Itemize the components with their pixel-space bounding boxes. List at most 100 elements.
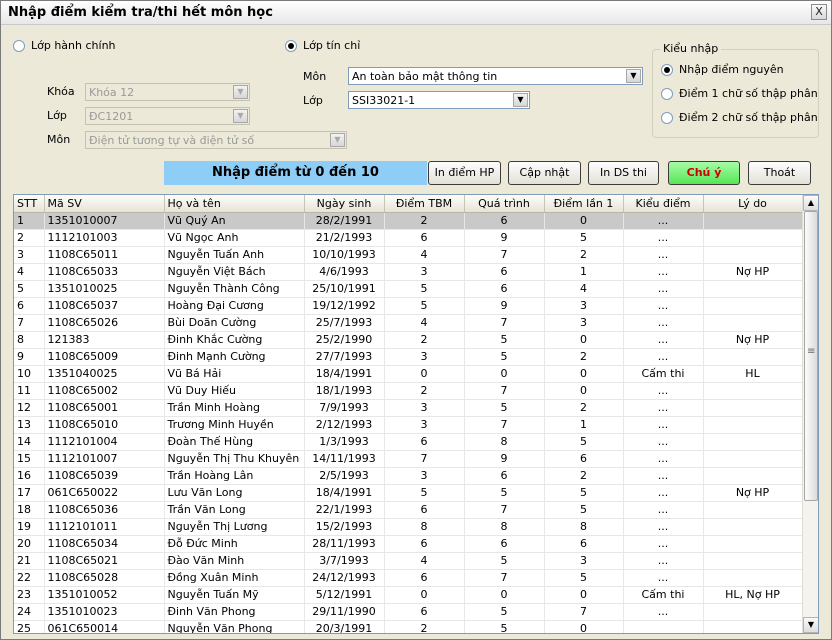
cell-ho-ten[interactable]: Bùi Doãn Cường [164, 314, 305, 332]
table-row[interactable]: 18 1108C65036 Trần Văn Long 22/1/1993 6 7 5... [14, 501, 803, 519]
table-row[interactable]: 12 1108C65001 Trần Minh Hoàng 7/9/1993 3 5 2..… [14, 399, 803, 417]
cell-diem-lan-1[interactable]: 5 [544, 433, 624, 451]
cell-ma-sv[interactable]: 061C650014 [44, 620, 165, 633]
cell-stt[interactable]: 15 [14, 450, 45, 468]
title-bar[interactable]: Nhập điểm kiểm tra/thi hết môn học X [1, 1, 831, 25]
vertical-scrollbar[interactable]: ▲ ▼ [802, 195, 818, 633]
cell-ho-ten[interactable]: Nguyễn Tuấn Mỹ [164, 586, 305, 604]
cell-ly-do[interactable] [703, 399, 803, 417]
cell-diem-lan-1[interactable]: 2 [544, 348, 624, 366]
cell-diem-tbm[interactable]: 5 [384, 297, 465, 315]
cell-qua-trinh[interactable]: 6 [464, 280, 545, 298]
cell-ma-sv[interactable]: 121383 [44, 331, 165, 349]
cell-ngay-sinh[interactable]: 25/2/1990 [304, 331, 385, 349]
score-grid[interactable]: STT Mã SV Họ và tên Ngày sinh Điểm TBM Q… [13, 194, 819, 634]
cell-ho-ten[interactable]: Vũ Duy Hiếu [164, 382, 305, 400]
cell-diem-tbm[interactable]: 3 [384, 399, 465, 417]
cell-ho-ten[interactable]: Đồng Xuân Minh [164, 569, 305, 587]
cell-kieu-diem[interactable]: Cấm thi [623, 365, 704, 383]
table-row[interactable]: 1 1351010007 Vũ Quý An 28/2/1991 2 6 0... [14, 212, 803, 230]
radio-lop-hanh-chinh[interactable]: Lớp hành chính [13, 39, 116, 52]
cell-diem-tbm[interactable]: 6 [384, 569, 465, 587]
cell-ly-do[interactable]: HL [703, 365, 803, 383]
note-button[interactable]: Chú ý [668, 161, 740, 185]
cell-diem-tbm[interactable]: 2 [384, 382, 465, 400]
cell-ngay-sinh[interactable]: 28/2/1991 [304, 212, 385, 230]
cell-ho-ten[interactable]: Đinh Mạnh Cường [164, 348, 305, 366]
cell-kieu-diem[interactable]: ... [623, 467, 704, 485]
cell-stt[interactable]: 14 [14, 433, 45, 451]
cell-qua-trinh[interactable]: 0 [464, 365, 545, 383]
cell-diem-lan-1[interactable]: 6 [544, 535, 624, 553]
table-row[interactable]: 4 1108C65033 Nguyễn Việt Bách 4/6/1993 3 6 1..… [14, 263, 803, 281]
cell-ho-ten[interactable]: Trương Minh Huyền [164, 416, 305, 434]
col-header-ly-do[interactable]: Lý do [703, 195, 803, 213]
table-row[interactable]: 24 1351010023 Đinh Văn Phong 29/11/1990 6 5 7.… [14, 603, 803, 621]
cell-ho-ten[interactable]: Đào Văn Minh [164, 552, 305, 570]
cell-diem-tbm[interactable]: 2 [384, 212, 465, 230]
cell-qua-trinh[interactable]: 7 [464, 246, 545, 264]
cell-ho-ten[interactable]: Nguyễn Văn Phong [164, 620, 305, 633]
credit-mon-select[interactable]: An toàn bảo mật thông tin ▼ [348, 67, 643, 85]
cell-diem-lan-1[interactable]: 4 [544, 280, 624, 298]
cell-diem-lan-1[interactable]: 0 [544, 212, 624, 230]
cell-diem-tbm[interactable]: 2 [384, 620, 465, 633]
cell-ly-do[interactable] [703, 314, 803, 332]
cell-ly-do[interactable]: HL, Nợ HP [703, 586, 803, 604]
cell-ho-ten[interactable]: Nguyễn Việt Bách [164, 263, 305, 281]
cell-ngay-sinh[interactable]: 1/3/1993 [304, 433, 385, 451]
cell-kieu-diem[interactable]: ... [623, 331, 704, 349]
cell-ma-sv[interactable]: 1108C65002 [44, 382, 165, 400]
cell-stt[interactable]: 20 [14, 535, 45, 553]
cell-qua-trinh[interactable]: 6 [464, 212, 545, 230]
cell-qua-trinh[interactable]: 7 [464, 382, 545, 400]
cell-ly-do[interactable] [703, 569, 803, 587]
col-header-ho-ten[interactable]: Họ và tên [164, 195, 305, 213]
cell-ho-ten[interactable]: Nguyễn Thị Lương [164, 518, 305, 536]
cell-diem-tbm[interactable]: 0 [384, 365, 465, 383]
cell-diem-lan-1[interactable]: 0 [544, 331, 624, 349]
cell-ly-do[interactable] [703, 416, 803, 434]
cell-kieu-diem[interactable]: ... [623, 297, 704, 315]
cell-stt[interactable]: 24 [14, 603, 45, 621]
scroll-up-arrow-icon[interactable]: ▲ [803, 195, 818, 211]
table-row[interactable]: 6 1108C65037 Hoàng Đại Cương 19/12/1992 5 9 3.… [14, 297, 803, 315]
cell-ngay-sinh[interactable]: 18/4/1991 [304, 484, 385, 502]
table-row[interactable]: 23 1351010052 Nguyễn Tuấn Mỹ 5/12/1991 0 0 0 Cấ… [14, 586, 803, 604]
cell-qua-trinh[interactable]: 7 [464, 501, 545, 519]
cell-ngay-sinh[interactable]: 28/11/1993 [304, 535, 385, 553]
cell-diem-lan-1[interactable]: 8 [544, 518, 624, 536]
cell-stt[interactable]: 2 [14, 229, 45, 247]
cell-ma-sv[interactable]: 061C650022 [44, 484, 165, 502]
lop-select[interactable]: ĐC1201 ▼ [85, 107, 250, 125]
cell-ma-sv[interactable]: 1108C65009 [44, 348, 165, 366]
table-row[interactable]: 2 1112101003 Vũ Ngọc Anh 21/2/1993 6 9 5... [14, 229, 803, 247]
cell-qua-trinh[interactable]: 8 [464, 433, 545, 451]
cell-stt[interactable]: 25 [14, 620, 45, 633]
exit-button[interactable]: Thoát [748, 161, 811, 185]
col-header-stt[interactable]: STT [14, 195, 45, 213]
cell-ly-do[interactable] [703, 467, 803, 485]
cell-kieu-diem[interactable]: ... [623, 416, 704, 434]
cell-stt[interactable]: 13 [14, 416, 45, 434]
cell-ngay-sinh[interactable]: 7/9/1993 [304, 399, 385, 417]
cell-diem-lan-1[interactable]: 0 [544, 620, 624, 633]
cell-ma-sv[interactable]: 1108C65026 [44, 314, 165, 332]
cell-qua-trinh[interactable]: 6 [464, 467, 545, 485]
cell-diem-lan-1[interactable]: 0 [544, 365, 624, 383]
cell-ma-sv[interactable]: 1108C65021 [44, 552, 165, 570]
table-row[interactable]: 14 1112101004 Đoàn Thế Hùng 1/3/1993 6 8 5... [14, 433, 803, 451]
cell-ly-do[interactable]: Nợ HP [703, 263, 803, 281]
radio-input-type-integer[interactable]: Nhập điểm nguyên [661, 63, 784, 76]
table-row[interactable]: 8 121383 Đinh Khắc Cường 25/2/1990 2 5 0... Nợ … [14, 331, 803, 349]
cell-ho-ten[interactable]: Đinh Văn Phong [164, 603, 305, 621]
cell-ma-sv[interactable]: 1351010025 [44, 280, 165, 298]
cell-diem-tbm[interactable]: 4 [384, 246, 465, 264]
cell-qua-trinh[interactable]: 5 [464, 348, 545, 366]
cell-kieu-diem[interactable]: ... [623, 552, 704, 570]
cell-ngay-sinh[interactable]: 29/11/1990 [304, 603, 385, 621]
cell-qua-trinh[interactable]: 6 [464, 263, 545, 281]
cell-diem-tbm[interactable]: 8 [384, 518, 465, 536]
cell-qua-trinh[interactable]: 7 [464, 314, 545, 332]
col-header-ma-sv[interactable]: Mã SV [44, 195, 165, 213]
